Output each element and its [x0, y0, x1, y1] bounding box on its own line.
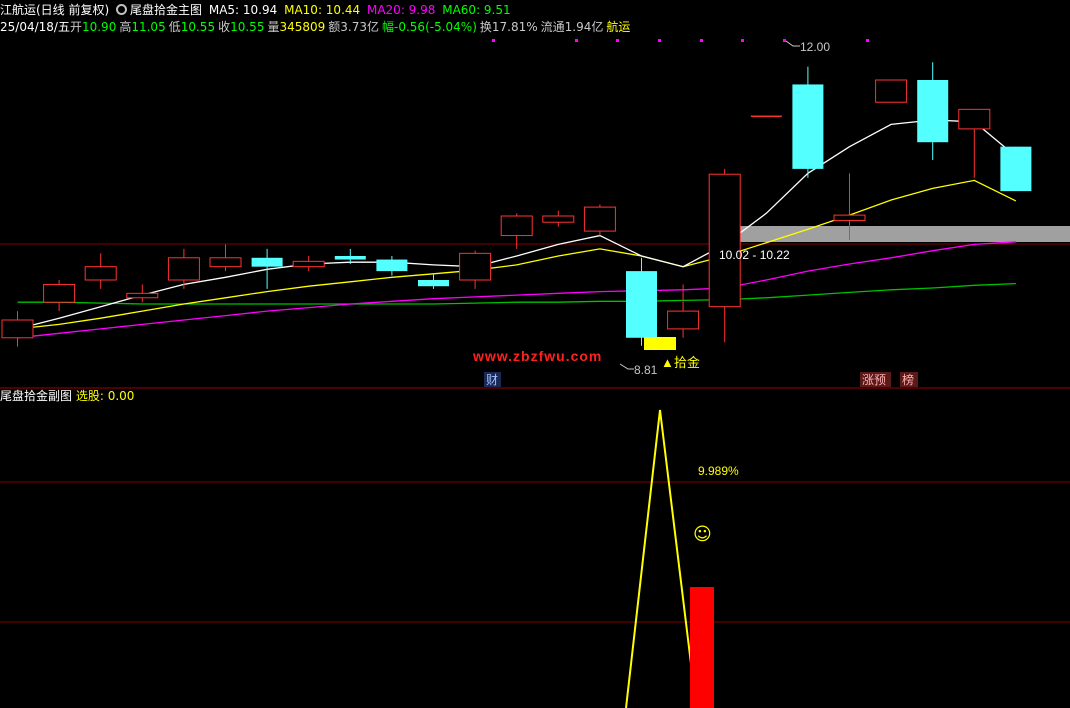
sub-chart-header: 尾盘拾金副图 选股: 0.00: [0, 389, 134, 404]
candle-body: [792, 84, 824, 169]
low-price-label: 8.81: [634, 363, 658, 377]
candle[interactable]: [750, 115, 782, 118]
signal-dot: [783, 39, 786, 42]
candle-body: [833, 214, 866, 221]
signal-dot: [575, 39, 578, 42]
candle-body: [126, 292, 159, 299]
ma60-line: [17, 282, 1016, 305]
candle-body: [875, 79, 908, 103]
candle[interactable]: [376, 256, 408, 276]
candle-body: [84, 266, 117, 281]
candle-body: [209, 257, 242, 268]
sub-percent-label: 9.989%: [698, 464, 739, 478]
candle-body: [292, 260, 325, 268]
price-range-label: 10.02 - 10.22: [719, 248, 790, 262]
candle-body: [626, 271, 657, 338]
signal-dot: [866, 39, 869, 42]
candle-body: [459, 252, 492, 281]
candle-body: [1000, 146, 1032, 192]
sub-volume-bar: [690, 587, 714, 708]
candle[interactable]: [209, 244, 242, 272]
candle-body: [376, 259, 408, 272]
signal-dot: [700, 39, 703, 42]
signal-dot: [492, 39, 495, 42]
candle[interactable]: [792, 66, 824, 178]
signal-dot: [616, 39, 619, 42]
candle[interactable]: [1000, 146, 1032, 192]
candle[interactable]: [418, 273, 449, 289]
smiley-icon: ☺: [693, 524, 712, 545]
signal-dot: [658, 39, 661, 42]
candle-body: [251, 257, 283, 267]
price-band: [716, 226, 1070, 242]
kline-chart[interactable]: 12.00 10.02 - 10.22 8.81 ▲拾金 www.zbzfwu.…: [0, 0, 1070, 708]
candle-body: [43, 283, 76, 303]
candle[interactable]: [292, 256, 325, 272]
candle[interactable]: [251, 248, 283, 289]
select-stock-value: 选股: 0.00: [75, 389, 135, 403]
candle[interactable]: [43, 280, 76, 312]
signal-bar: [644, 337, 676, 350]
candle[interactable]: [542, 210, 575, 227]
ma10-line: [17, 179, 1017, 330]
high-marker: 12.00: [785, 40, 830, 54]
candle-body: [500, 215, 533, 237]
candle-body: [334, 256, 366, 260]
event-marker-zhang[interactable]: 涨预: [862, 372, 886, 387]
candle[interactable]: [917, 62, 949, 160]
candle-body: [1, 319, 34, 339]
candle[interactable]: [459, 250, 492, 289]
candle-body: [583, 206, 616, 232]
signal-dot: [741, 39, 744, 42]
low-marker: 8.81: [619, 363, 658, 377]
candle[interactable]: [958, 108, 991, 178]
candle[interactable]: [126, 284, 159, 303]
candle-body: [750, 115, 782, 118]
candle-body: [167, 257, 200, 281]
candle-body: [667, 310, 700, 330]
watermark: www.zbzfwu.com: [472, 348, 602, 364]
candle-body: [542, 215, 575, 223]
candle[interactable]: [667, 284, 700, 338]
candle-body: [418, 280, 449, 287]
candle-body: [917, 80, 949, 143]
event-marker-bang[interactable]: 榜: [902, 372, 914, 387]
candle[interactable]: [626, 257, 657, 346]
high-price-label: 12.00: [800, 40, 830, 54]
event-marker-cai[interactable]: 财: [486, 373, 498, 387]
sub-signal-line: [625, 409, 693, 708]
sub-formula-name[interactable]: 尾盘拾金副图: [0, 389, 72, 403]
candle[interactable]: [1, 311, 34, 347]
signal-label: ▲拾金: [661, 355, 700, 370]
candle-body: [708, 173, 741, 308]
candle[interactable]: [875, 79, 908, 103]
candle[interactable]: [583, 204, 616, 236]
candle-body: [958, 108, 991, 130]
candle[interactable]: [84, 253, 117, 289]
